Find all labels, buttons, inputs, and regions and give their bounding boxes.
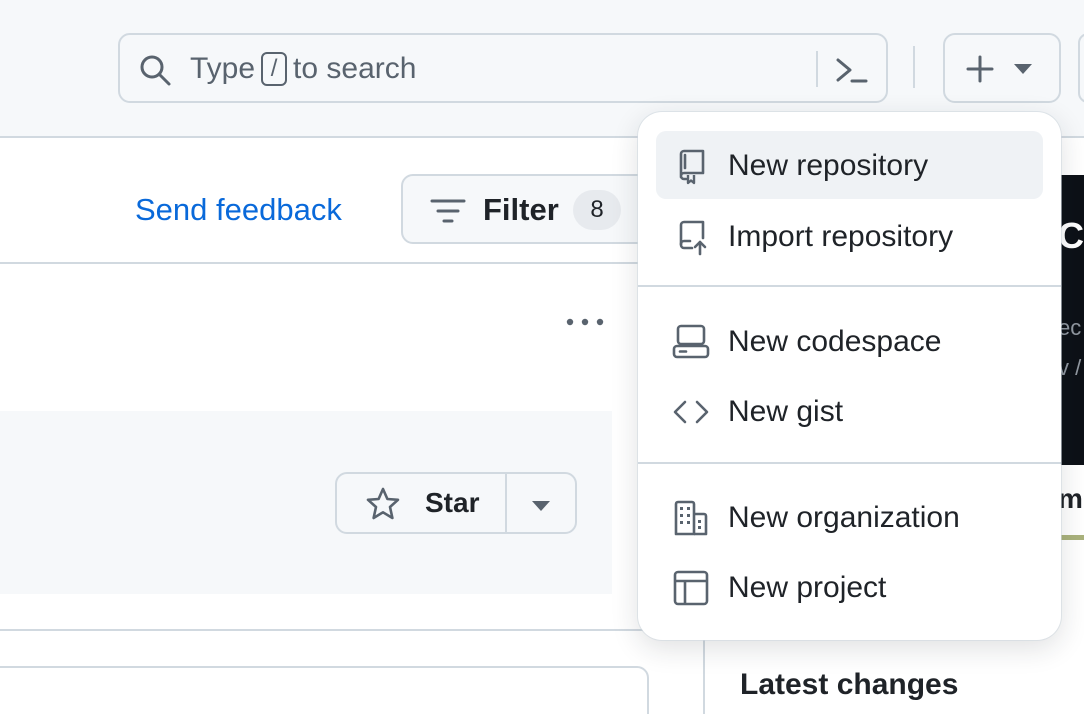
menu-item-new-gist[interactable]: New gist bbox=[656, 377, 1043, 445]
feed-card-next bbox=[0, 666, 649, 714]
promo-title: Co bbox=[1058, 215, 1084, 256]
star-label: Star bbox=[425, 487, 480, 518]
star-button-group: Star bbox=[335, 472, 577, 534]
menu-item-label: New codespace bbox=[728, 325, 942, 358]
menu-item-label: New gist bbox=[728, 395, 844, 428]
menu-item-new-repository[interactable]: New repository bbox=[656, 131, 1043, 199]
organization-icon bbox=[674, 500, 708, 536]
menu-item-new-project[interactable]: New project bbox=[656, 553, 1043, 621]
filter-count-badge: 8 bbox=[573, 190, 621, 230]
latest-changes-heading: Latest changes bbox=[740, 668, 959, 701]
star-icon bbox=[366, 487, 400, 520]
menu-item-label: New repository bbox=[728, 149, 929, 182]
plus-icon bbox=[966, 55, 994, 83]
chevron-down-icon[interactable] bbox=[531, 500, 551, 512]
repo-icon bbox=[679, 149, 705, 185]
search-divider bbox=[816, 51, 818, 87]
table-icon bbox=[673, 570, 709, 606]
menu-divider bbox=[638, 285, 1061, 287]
menu-divider bbox=[638, 462, 1061, 464]
create-new-button[interactable] bbox=[943, 33, 1061, 103]
code-icon bbox=[673, 400, 709, 424]
menu-item-label: Import repository bbox=[728, 220, 954, 253]
promo-text-line2: v / bbox=[1058, 355, 1082, 380]
feed-divider bbox=[0, 629, 650, 631]
create-new-menu: New repository Import repository New cod… bbox=[638, 112, 1061, 640]
filter-label: Filter bbox=[483, 192, 559, 227]
search-placeholder-prefix: Type bbox=[190, 52, 256, 85]
menu-item-new-codespace[interactable]: New codespace bbox=[656, 307, 1043, 375]
feed-toolbar: Send feedback Filter 8 bbox=[0, 138, 691, 264]
kebab-menu-icon[interactable] bbox=[560, 310, 608, 334]
menu-item-label: New project bbox=[728, 571, 887, 604]
star-button-divider bbox=[505, 474, 507, 532]
header-divider bbox=[913, 46, 915, 88]
promo-card-heading: m bbox=[1058, 483, 1083, 514]
search-placeholder-suffix: to search bbox=[293, 52, 417, 85]
repo-push-icon bbox=[679, 220, 707, 256]
menu-item-label: New organization bbox=[728, 501, 960, 534]
menu-item-import-repository[interactable]: Import repository bbox=[656, 202, 1043, 270]
codespaces-icon bbox=[672, 324, 710, 359]
chevron-down-icon bbox=[1014, 64, 1032, 74]
send-feedback-link[interactable]: Send feedback bbox=[135, 192, 342, 228]
command-palette-icon[interactable] bbox=[832, 52, 872, 88]
search-input[interactable]: Type / to search bbox=[118, 33, 888, 103]
menu-item-new-organization[interactable]: New organization bbox=[656, 483, 1043, 551]
filter-icon bbox=[430, 199, 466, 223]
search-placeholder: Type / to search bbox=[190, 52, 416, 86]
promo-text-line1: ec bbox=[1058, 315, 1082, 340]
search-icon bbox=[140, 55, 171, 86]
search-shortcut-key: / bbox=[261, 52, 288, 86]
header-button-partial[interactable] bbox=[1078, 33, 1084, 103]
